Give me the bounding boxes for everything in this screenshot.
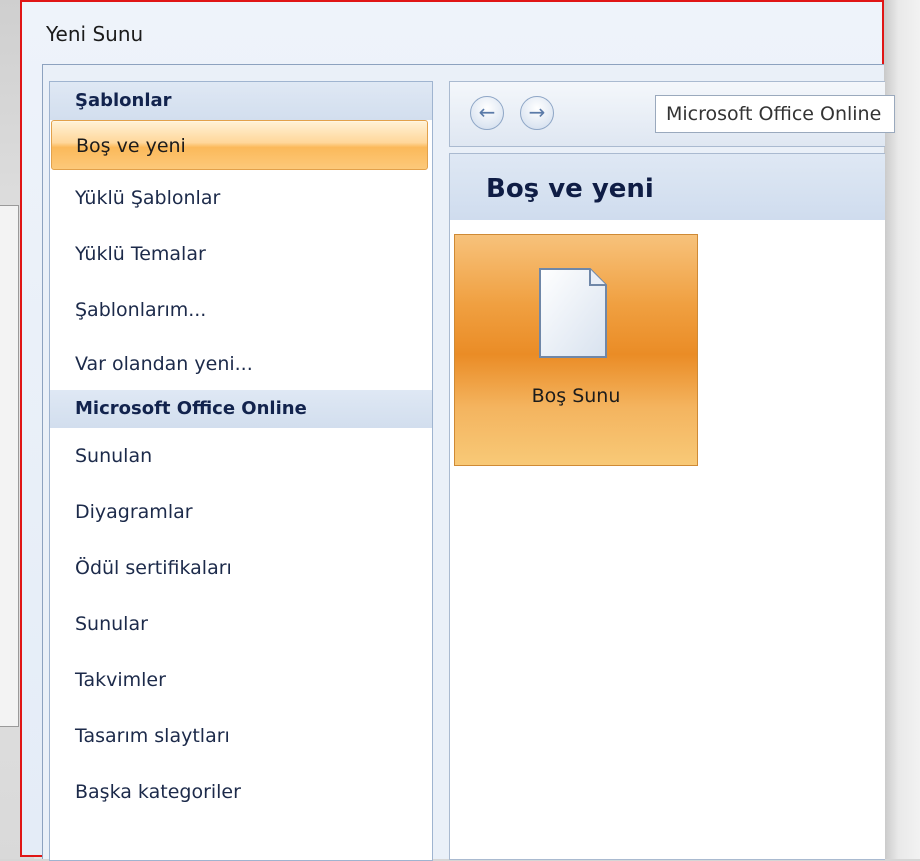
- arrow-right-icon: →: [528, 100, 546, 124]
- navigation-bar: ← → Microsoft Office Online: [449, 81, 895, 147]
- sidebar-item-more-categories[interactable]: Başka kategoriler: [50, 764, 432, 820]
- office-online-section-header: Microsoft Office Online: [50, 390, 432, 428]
- sidebar-item-installed-themes[interactable]: Yüklü Temalar: [50, 226, 432, 282]
- templates-section-header: Şablonlar: [50, 82, 432, 120]
- tile-label: Boş Sunu: [531, 385, 621, 407]
- blank-document-icon: [539, 268, 607, 358]
- sidebar-item-award-certificates[interactable]: Ödül sertifikaları: [50, 540, 432, 596]
- sidebar-item-featured[interactable]: Sunulan: [50, 428, 432, 484]
- template-categories-panel: Şablonlar Boş ve yeni Yüklü Şablonlar Yü…: [49, 81, 433, 861]
- background-window-frame: [0, 205, 19, 727]
- back-button[interactable]: ←: [470, 96, 504, 130]
- arrow-left-icon: ←: [478, 100, 496, 124]
- sidebar-item-calendars[interactable]: Takvimler: [50, 652, 432, 708]
- sidebar-item-design-slides[interactable]: Tasarım slaytları: [50, 708, 432, 764]
- sidebar-item-installed-templates[interactable]: Yüklü Şablonlar: [50, 170, 432, 226]
- sidebar-item-blank-and-recent[interactable]: Boş ve yeni: [51, 120, 428, 170]
- template-gallery: Boş ve yeni Boş Sunu: [449, 153, 885, 860]
- dialog-body: Şablonlar Boş ve yeni Yüklü Şablonlar Yü…: [42, 64, 895, 861]
- dialog-title: Yeni Sunu: [46, 22, 144, 46]
- sidebar-item-diagrams[interactable]: Diyagramlar: [50, 484, 432, 540]
- sidebar-item-new-from-existing[interactable]: Var olandan yeni...: [50, 338, 432, 390]
- address-field[interactable]: Microsoft Office Online: [655, 95, 895, 133]
- sidebar-item-presentations[interactable]: Sunular: [50, 596, 432, 652]
- sidebar-item-my-templates[interactable]: Şablonlarım...: [50, 282, 432, 338]
- gallery-title: Boş ve yeni: [450, 154, 885, 220]
- new-presentation-dialog: Yeni Sunu Şablonlar Boş ve yeni Yüklü Şa…: [20, 0, 895, 861]
- template-tile-blank-presentation[interactable]: Boş Sunu: [454, 234, 698, 466]
- forward-button[interactable]: →: [520, 96, 554, 130]
